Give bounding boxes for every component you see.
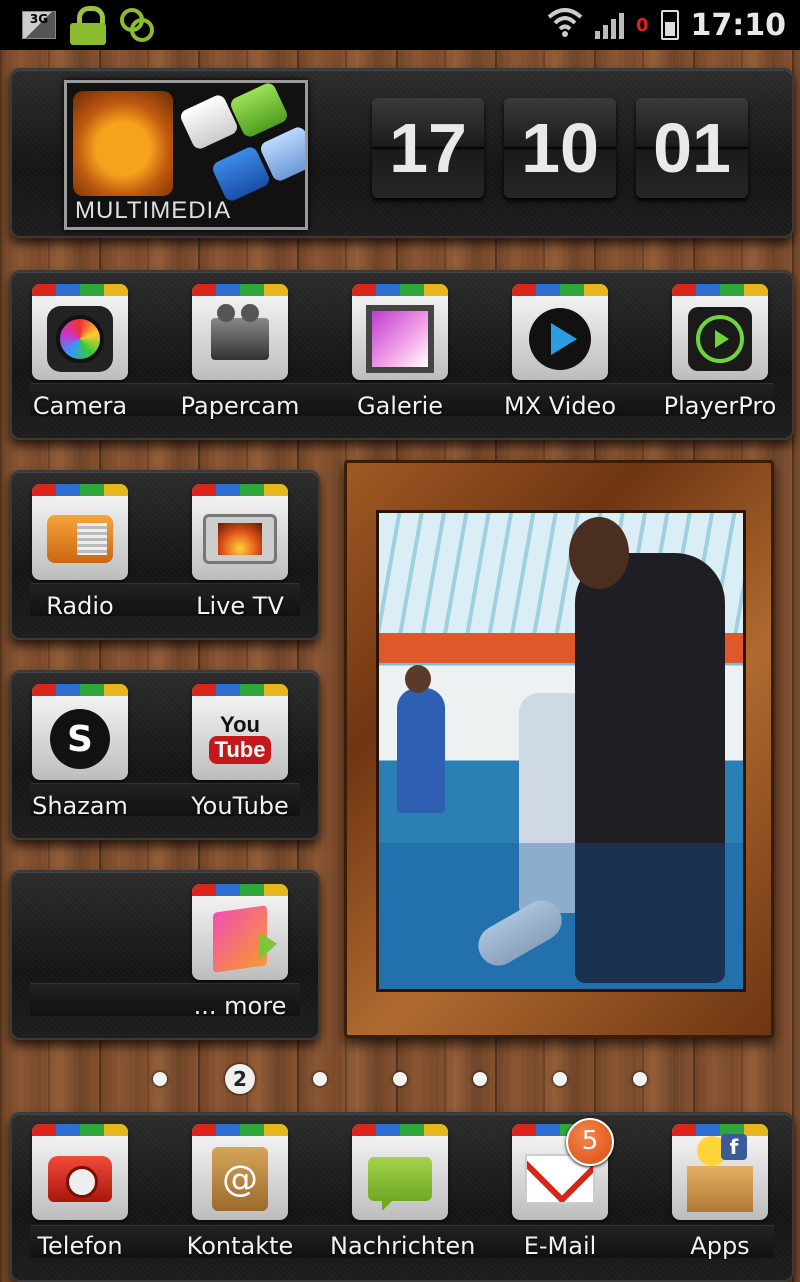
- gallery-icon: [352, 284, 448, 380]
- page-dot[interactable]: [313, 1072, 327, 1086]
- page-dot[interactable]: [393, 1072, 407, 1086]
- app-youtube[interactable]: You Tube YouTube: [170, 684, 310, 820]
- shazam-icon: S: [32, 684, 128, 780]
- tv-icon: [192, 484, 288, 580]
- page-indicator: 2: [0, 1064, 800, 1094]
- multimedia-title: MULTIMEDIA: [75, 197, 232, 224]
- phone-icon: [32, 1124, 128, 1220]
- youtube-icon: You Tube: [192, 684, 288, 780]
- messages-icon: [352, 1124, 448, 1220]
- app-live-tv[interactable]: Live TV: [170, 484, 310, 620]
- notification-badge: 5: [566, 1118, 614, 1166]
- app-label: ... more: [193, 992, 287, 1020]
- unread-count: 0: [635, 14, 649, 36]
- clock-seconds: 01: [636, 98, 748, 198]
- app-label: Camera: [32, 392, 128, 420]
- lock-icon: [70, 6, 106, 45]
- app-label: Nachrichten: [330, 1232, 476, 1260]
- app-papercam[interactable]: Papercam: [170, 284, 310, 420]
- app-telefon[interactable]: Telefon: [10, 1124, 150, 1260]
- glass-image: [73, 91, 173, 196]
- app-label: PlayerPro: [663, 392, 777, 420]
- app-shazam[interactable]: S Shazam: [10, 684, 150, 820]
- app-camera[interactable]: Camera: [10, 284, 150, 420]
- youtube-icon-text-top: You: [220, 712, 260, 737]
- page-dot[interactable]: [473, 1072, 487, 1086]
- page-dot-current[interactable]: 2: [225, 1064, 255, 1094]
- app-email[interactable]: 5 E-Mail: [490, 1118, 630, 1260]
- app-label: E-Mail: [523, 1232, 597, 1260]
- app-more[interactable]: ... more: [170, 884, 310, 1020]
- youtube-icon-text-bottom: Tube: [208, 736, 272, 764]
- photo-frame-widget[interactable]: [344, 460, 774, 1038]
- app-label: Telefon: [37, 1232, 123, 1260]
- page-dot[interactable]: [553, 1072, 567, 1086]
- app-label: Live TV: [196, 592, 284, 620]
- signal-icon: [594, 11, 624, 39]
- app-label: Kontakte: [186, 1232, 294, 1260]
- 3g-icon: 3G: [22, 11, 56, 39]
- app-apps[interactable]: f Apps: [650, 1124, 790, 1260]
- multimedia-thumbnail[interactable]: MULTIMEDIA: [64, 80, 308, 230]
- app-label: Apps: [690, 1232, 750, 1260]
- app-label: YouTube: [191, 792, 289, 820]
- folder-icon: [192, 884, 288, 980]
- clock-minutes: 10: [504, 98, 616, 198]
- play-icon: [512, 284, 608, 380]
- page-dot[interactable]: [633, 1072, 647, 1086]
- wifi-icon: [547, 7, 583, 43]
- photo-image: [376, 510, 746, 992]
- radio-icon: [32, 484, 128, 580]
- app-nachrichten[interactable]: Nachrichten: [330, 1124, 476, 1260]
- app-radio[interactable]: Radio: [10, 484, 150, 620]
- apps-box-icon: f: [672, 1124, 768, 1220]
- app-mx-video[interactable]: MX Video: [490, 284, 630, 420]
- contacts-icon: @: [192, 1124, 288, 1220]
- status-time: 17:10: [690, 7, 787, 43]
- sync-icon: [120, 8, 154, 42]
- app-label: Galerie: [356, 392, 444, 420]
- clock-hours: 17: [372, 98, 484, 198]
- app-galerie[interactable]: Galerie: [330, 284, 470, 420]
- music-player-icon: [672, 284, 768, 380]
- app-label: Radio: [46, 592, 114, 620]
- camera-fx-icon: [32, 284, 128, 380]
- app-playerpro[interactable]: PlayerPro: [650, 284, 790, 420]
- app-label: MX Video: [503, 392, 617, 420]
- app-kontakte[interactable]: @ Kontakte: [170, 1124, 310, 1260]
- battery-charging-icon: [660, 10, 679, 40]
- app-label: Shazam: [32, 792, 128, 820]
- page-dot[interactable]: [153, 1072, 167, 1086]
- status-bar: 3G 0 17:10: [0, 0, 800, 50]
- movie-camera-icon: [192, 284, 288, 380]
- app-label: Papercam: [180, 392, 300, 420]
